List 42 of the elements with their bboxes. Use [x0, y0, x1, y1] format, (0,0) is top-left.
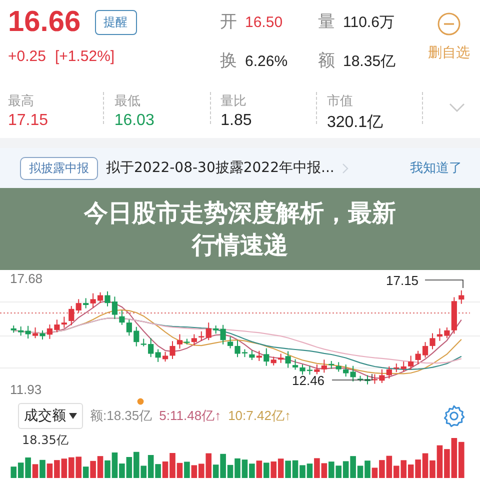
summary-label: 最高: [8, 93, 35, 110]
summary-value: 16.03: [114, 112, 156, 130]
indicator-value: 额:18.35亿: [90, 407, 152, 425]
stat-label: 开: [220, 11, 237, 33]
summary-value: 17.15: [8, 112, 50, 130]
price-axis-label: 11.93: [10, 382, 42, 397]
leader-line: [424, 280, 464, 288]
leader-line: [332, 374, 372, 380]
high-price-marker: 17.15: [386, 273, 419, 288]
stat-label: 量: [318, 11, 335, 33]
summary-label: 量比: [220, 93, 248, 110]
change-value: +0.25: [8, 48, 46, 65]
summary-label: 市值: [326, 93, 354, 110]
notice-text[interactable]: 拟于2022-08-30披露2022年中报...: [106, 159, 334, 177]
dismiss-link[interactable]: 我知道了: [410, 159, 462, 177]
headline-banner: 今日股市走势深度解析，最新行情速递: [0, 188, 480, 270]
stat-value: 16.50: [245, 14, 283, 31]
stat-label: 换: [220, 50, 237, 72]
volume-axis-label: 18.35亿: [22, 432, 68, 449]
change-percent: [+1.52%]: [54, 48, 115, 65]
price-value: 16.66: [8, 6, 81, 39]
stat-value: 110.6万: [343, 13, 394, 32]
stat-value: 18.35亿: [343, 52, 396, 71]
caret-icon: [69, 413, 77, 419]
stat-label: 额: [318, 50, 335, 72]
summary-value: 320.1亿: [326, 113, 384, 133]
indicator-value: 10:7.42亿↑: [228, 407, 291, 425]
stat-value: 6.26%: [245, 53, 288, 70]
indicator-value: 5:11.48亿↑: [159, 407, 222, 425]
chevron-right-icon: [342, 162, 350, 174]
event-dot-icon[interactable]: [137, 398, 144, 405]
report-tag: 拟披露中报: [20, 156, 98, 180]
indicator-dropdown[interactable]: 成交额: [18, 403, 83, 429]
price-axis-label: 17.68: [10, 271, 43, 286]
remove-watchlist-button[interactable]: 删自选: [428, 6, 470, 80]
chevron-down-icon[interactable]: [448, 103, 465, 113]
summary-label: 最低: [114, 93, 142, 110]
settings-icon[interactable]: [442, 404, 466, 428]
alert-button[interactable]: 提醒: [94, 10, 137, 35]
minus-circle-icon: [437, 12, 461, 36]
low-price-marker: 12.46: [292, 373, 325, 388]
summary-value: 1.85: [220, 112, 253, 130]
